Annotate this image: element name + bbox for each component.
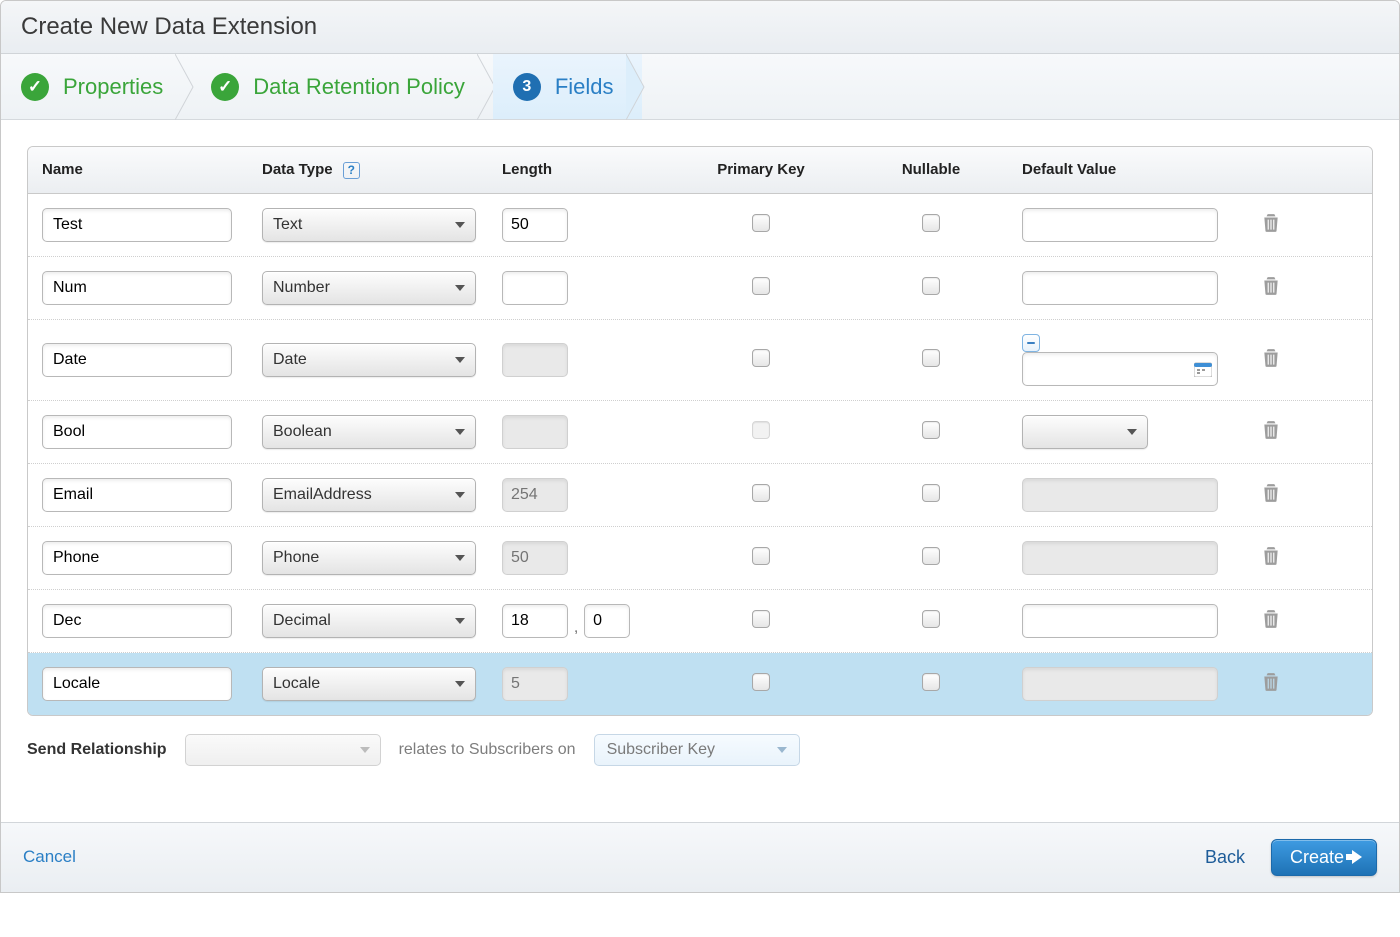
field-row: Text (28, 194, 1372, 257)
help-icon[interactable]: ? (343, 162, 360, 179)
primary-key-checkbox[interactable] (752, 673, 770, 691)
data-type-select[interactable]: Locale (262, 667, 476, 701)
col-name: Name (36, 161, 256, 179)
primary-key-checkbox[interactable] (752, 349, 770, 367)
length-input[interactable] (502, 208, 568, 242)
nullable-checkbox[interactable] (922, 610, 940, 628)
col-datatype: Data Type ? (256, 161, 496, 179)
subscriber-key-select[interactable]: Subscriber Key (594, 734, 800, 766)
col-primary-key: Primary Key (676, 161, 846, 179)
length-input (502, 343, 568, 377)
primary-key-checkbox[interactable] (752, 484, 770, 502)
field-row: Date (28, 320, 1372, 401)
dialog: Create New Data Extension Properties Dat… (0, 0, 1400, 893)
field-row: Number (28, 257, 1372, 320)
calendar-icon[interactable] (1194, 361, 1212, 377)
field-name-input[interactable] (42, 271, 232, 305)
data-type-select[interactable]: Phone (262, 541, 476, 575)
field-name-input[interactable] (42, 667, 232, 701)
default-value-input (1022, 541, 1218, 575)
data-type-select[interactable]: EmailAddress (262, 478, 476, 512)
cancel-button[interactable]: Cancel (23, 847, 76, 867)
length-input[interactable] (502, 604, 568, 638)
field-row: Decimal, (28, 590, 1372, 653)
length-input (502, 541, 568, 575)
primary-key-checkbox[interactable] (752, 610, 770, 628)
field-name-input[interactable] (42, 343, 232, 377)
nullable-checkbox[interactable] (922, 421, 940, 439)
length-input (502, 667, 568, 701)
nullable-checkbox[interactable] (922, 547, 940, 565)
delete-row-button[interactable] (1262, 490, 1280, 507)
check-icon (21, 73, 49, 101)
data-type-select[interactable]: Text (262, 208, 476, 242)
field-name-input[interactable] (42, 604, 232, 638)
default-value-select[interactable] (1022, 415, 1148, 449)
data-type-select[interactable]: Number (262, 271, 476, 305)
send-relationship: Send Relationship relates to Subscribers… (27, 734, 1373, 766)
field-name-input[interactable] (42, 478, 232, 512)
fields-grid: Name Data Type ? Length Primary Key Null… (27, 146, 1373, 716)
create-button[interactable]: Create (1271, 839, 1377, 876)
default-value-input (1022, 667, 1218, 701)
field-name-input[interactable] (42, 208, 232, 242)
delete-row-button[interactable] (1262, 220, 1280, 237)
delete-row-button[interactable] (1262, 355, 1280, 372)
length-input[interactable] (502, 271, 568, 305)
nullable-checkbox[interactable] (922, 673, 940, 691)
step-fields[interactable]: 3 Fields (493, 54, 642, 119)
delete-row-button[interactable] (1262, 553, 1280, 570)
relates-text: relates to Subscribers on (399, 741, 576, 759)
date-default-toggle[interactable] (1022, 334, 1040, 352)
data-type-select[interactable]: Decimal (262, 604, 476, 638)
length-input (502, 415, 568, 449)
delete-row-button[interactable] (1262, 616, 1280, 633)
default-value-input[interactable] (1022, 352, 1218, 386)
wizard-steps: Properties Data Retention Policy 3 Field… (1, 54, 1399, 120)
field-row: EmailAddress (28, 464, 1372, 527)
scale-input[interactable] (584, 604, 630, 638)
col-length: Length (496, 161, 676, 179)
send-relationship-field-select[interactable] (185, 734, 381, 766)
delete-row-button[interactable] (1262, 427, 1280, 444)
primary-key-checkbox (752, 421, 770, 439)
primary-key-checkbox[interactable] (752, 277, 770, 295)
field-row: Locale (28, 653, 1372, 715)
default-value-input[interactable] (1022, 208, 1218, 242)
field-name-input[interactable] (42, 541, 232, 575)
step-properties[interactable]: Properties (1, 54, 191, 119)
nullable-checkbox[interactable] (922, 277, 940, 295)
field-row: Phone (28, 527, 1372, 590)
data-type-select[interactable]: Date (262, 343, 476, 377)
send-relationship-label: Send Relationship (27, 741, 167, 759)
step-label: Fields (555, 74, 614, 100)
check-icon (211, 73, 239, 101)
arrow-right-icon (1352, 850, 1362, 864)
field-name-input[interactable] (42, 415, 232, 449)
nullable-checkbox[interactable] (922, 349, 940, 367)
delete-row-button[interactable] (1262, 283, 1280, 300)
primary-key-checkbox[interactable] (752, 214, 770, 232)
default-value-input[interactable] (1022, 604, 1218, 638)
dialog-footer: Cancel Back Create (1, 822, 1399, 892)
default-value-input[interactable] (1022, 271, 1218, 305)
default-value-input (1022, 478, 1218, 512)
step-number-badge: 3 (513, 73, 541, 101)
grid-header: Name Data Type ? Length Primary Key Null… (28, 147, 1372, 194)
field-row: Boolean (28, 401, 1372, 464)
content-area: Name Data Type ? Length Primary Key Null… (1, 120, 1399, 792)
step-data-retention[interactable]: Data Retention Policy (191, 54, 493, 119)
data-type-select[interactable]: Boolean (262, 415, 476, 449)
nullable-checkbox[interactable] (922, 214, 940, 232)
back-button[interactable]: Back (1205, 847, 1245, 868)
delete-row-button[interactable] (1262, 679, 1280, 696)
dialog-title: Create New Data Extension (1, 1, 1399, 54)
step-label: Properties (63, 74, 163, 100)
col-default-value: Default Value (1016, 161, 1236, 179)
length-input (502, 478, 568, 512)
col-nullable: Nullable (846, 161, 1016, 179)
step-label: Data Retention Policy (253, 74, 465, 100)
primary-key-checkbox[interactable] (752, 547, 770, 565)
nullable-checkbox[interactable] (922, 484, 940, 502)
